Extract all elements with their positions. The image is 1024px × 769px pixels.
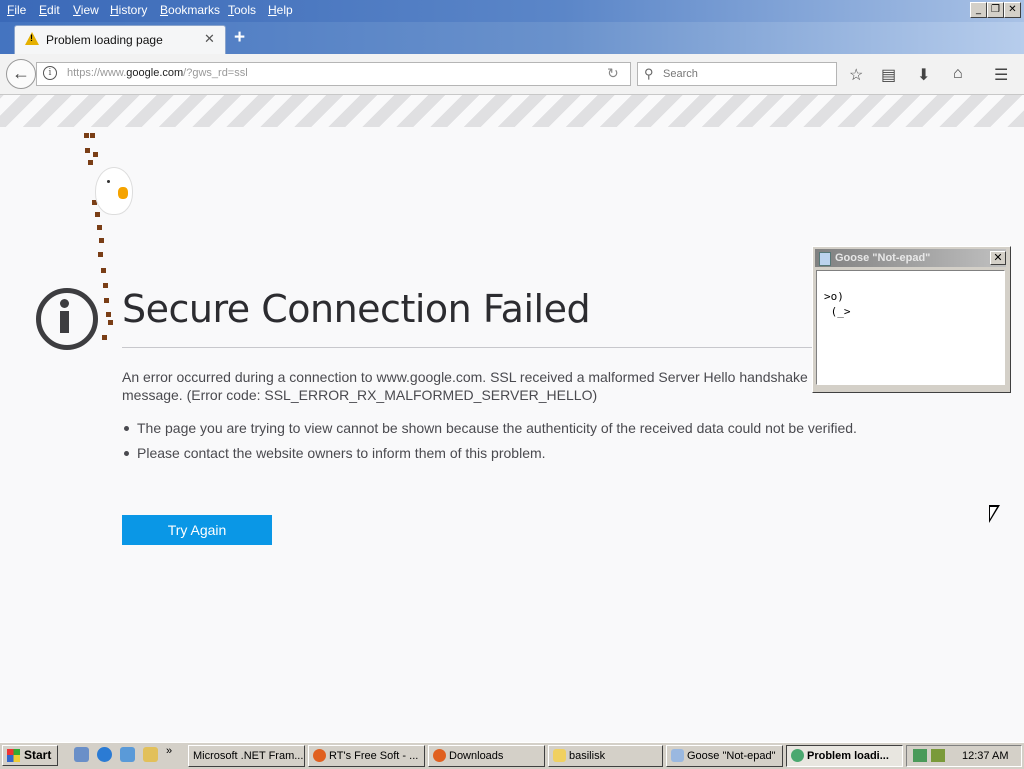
window-title-bar[interactable]: Goose "Not-epad" ✕ — [815, 249, 1006, 267]
search-icon: ⚲ — [644, 66, 654, 81]
close-icon[interactable]: ✕ — [990, 251, 1006, 265]
minimize-button[interactable]: _ — [970, 2, 987, 18]
basilisk-icon — [791, 749, 804, 762]
taskbar-item-basilisk-folder[interactable]: basilisk — [548, 745, 663, 767]
windows-flag-icon — [7, 749, 20, 762]
search-placeholder: Search — [663, 68, 698, 80]
start-button[interactable]: Start — [2, 745, 58, 766]
menu-help[interactable]: Help — [268, 3, 293, 17]
taskbar-item-problem-loading[interactable]: Problem loadi... — [786, 745, 903, 767]
folder-icon — [553, 749, 566, 762]
try-again-button[interactable]: Try Again — [122, 515, 272, 545]
close-window-button[interactable]: ✕ — [1004, 2, 1021, 18]
menu-file[interactable]: File — [7, 3, 26, 17]
search-input[interactable]: ⚲ Search — [637, 62, 837, 86]
search-folder-icon[interactable] — [143, 747, 158, 762]
back-arrow-icon[interactable]: ← — [6, 59, 36, 89]
download-arrow-icon[interactable]: ⬇ — [917, 65, 930, 85]
goose-notepad-window: Goose "Not-epad" ✕ >o) (_> — [812, 246, 1011, 393]
error-description: An error occurred during a connection to… — [122, 369, 808, 403]
notepad-text-area[interactable]: >o) (_> — [816, 270, 1005, 385]
reload-icon[interactable]: ↻ — [607, 65, 619, 82]
notepad-icon — [671, 749, 684, 762]
new-tab-plus-icon[interactable]: + — [234, 27, 245, 49]
taskbar-item-rts-free-soft[interactable]: RT's Free Soft - ... — [308, 745, 425, 767]
info-icon[interactable]: i — [43, 66, 57, 80]
clipboard-icon[interactable]: ▤ — [881, 65, 896, 85]
system-tray: 12:37 AM — [906, 745, 1022, 767]
menu-tools[interactable]: Tools — [228, 3, 256, 17]
show-desktop-icon[interactable] — [74, 747, 89, 762]
tab-problem-loading[interactable]: Problem loading page ✕ — [14, 25, 226, 55]
divider — [122, 347, 812, 348]
firefox-icon — [433, 749, 446, 762]
menu-bar: File Edit View History Bookmarks Tools H… — [0, 0, 1024, 22]
nav-bar: ← i https://www.google.com/?gws_rd=ssl ↻… — [0, 54, 1024, 95]
tab-close-icon[interactable]: ✕ — [204, 31, 215, 47]
taskbar-item-downloads[interactable]: Downloads — [428, 745, 545, 767]
bookmark-star-icon[interactable]: ☆ — [849, 65, 863, 85]
home-icon[interactable]: ⌂ — [953, 65, 963, 83]
taskbar-item-goose-notepad[interactable]: Goose "Not-epad" — [666, 745, 783, 767]
menu-edit[interactable]: Edit — [39, 3, 60, 17]
firefox-icon — [313, 749, 326, 762]
error-bullet-list: The page you are trying to view cannot b… — [122, 419, 862, 469]
notepad-icon — [819, 252, 831, 266]
list-item: The page you are trying to view cannot b… — [122, 419, 862, 437]
menu-bookmarks[interactable]: Bookmarks — [160, 3, 220, 17]
mouse-cursor-icon — [989, 505, 1000, 523]
tray-app-icon[interactable] — [931, 749, 945, 762]
url-text: https://www.google.com/?gws_rd=ssl — [67, 67, 248, 79]
taskbar-item-dotnet[interactable]: Microsoft .NET Fram... — [188, 745, 305, 767]
quick-launch-overflow-icon[interactable]: » — [166, 745, 172, 757]
list-item: Please contact the website owners to inf… — [122, 444, 862, 462]
error-title: Secure Connection Failed — [122, 287, 591, 331]
menu-history[interactable]: History — [110, 3, 147, 17]
clock: 12:37 AM — [962, 750, 1009, 762]
tab-title: Problem loading page — [46, 33, 163, 47]
menu-view[interactable]: View — [73, 3, 99, 17]
internet-explorer-icon[interactable] — [97, 747, 112, 762]
network-icon[interactable] — [913, 749, 927, 762]
restore-button[interactable]: ❐ — [987, 2, 1004, 18]
warning-stripes — [0, 95, 1024, 127]
tab-strip: Problem loading page ✕ + — [0, 22, 1024, 55]
url-bar[interactable]: i https://www.google.com/?gws_rd=ssl ↻ — [36, 62, 631, 86]
warning-icon — [25, 32, 39, 45]
hamburger-menu-icon[interactable]: ☰ — [994, 65, 1008, 85]
window-title: Goose "Not-epad" — [835, 252, 931, 264]
outlook-express-icon[interactable] — [120, 747, 135, 762]
